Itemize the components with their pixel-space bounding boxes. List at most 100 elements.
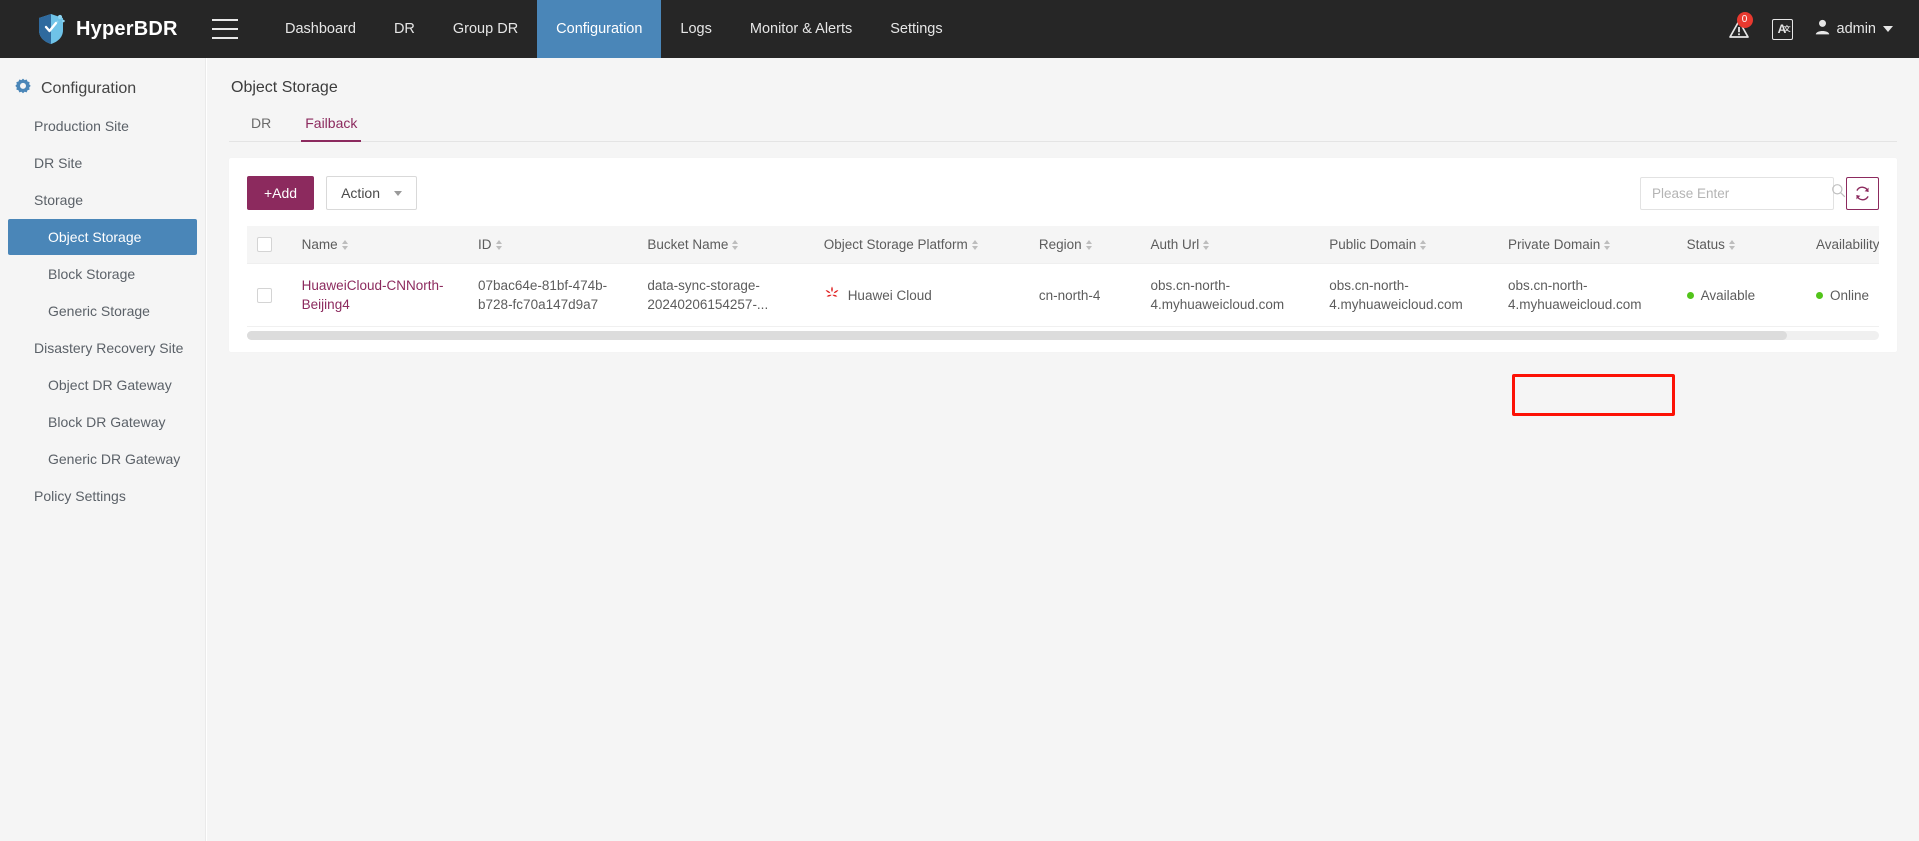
brand-logo-area[interactable]: HyperBDR (0, 0, 200, 58)
sidebar-item-block-dr-gateway[interactable]: Block DR Gateway (0, 404, 205, 440)
tab-dr[interactable]: DR (247, 110, 275, 142)
sidebar-item-dr-site[interactable]: DR Site (0, 145, 205, 181)
cell-id: 07bac64e-81bf-474b-b728-fc70a147d9a7 (468, 263, 638, 327)
user-name-label: admin (1836, 21, 1877, 37)
data-table-wrapper: Name ID Bucket Name Object Storage Platf… (247, 226, 1879, 327)
col-bucket-name-label: Bucket Name (647, 237, 729, 252)
col-status-label: Status (1686, 237, 1725, 252)
row-name-link[interactable]: HuaweiCloud-CNNorth-Beijing4 (302, 278, 444, 312)
col-object-storage-platform[interactable]: Object Storage Platform (813, 226, 1029, 264)
sort-icon[interactable] (1604, 239, 1611, 250)
table-header-row: Name ID Bucket Name Object Storage Platf… (247, 226, 1879, 264)
sidebar-item-production-site[interactable]: Production Site (0, 108, 205, 144)
col-availability-label: Availability (1815, 237, 1879, 252)
sort-icon[interactable] (341, 239, 348, 250)
row-checkbox[interactable] (257, 287, 272, 303)
cell-name: HuaweiCloud-CNNorth-Beijing4 (291, 263, 469, 327)
nav-item-dr[interactable]: DR (375, 0, 434, 58)
table-row[interactable]: HuaweiCloud-CNNorth-Beijing4 07bac64e-81… (247, 263, 1879, 327)
col-object-storage-platform-label: Object Storage Platform (823, 237, 968, 252)
search-box[interactable] (1640, 176, 1846, 210)
sort-icon[interactable] (732, 239, 739, 250)
cell-auth-url: obs.cn-north-4.myhuaweicloud.com (1140, 263, 1320, 327)
action-label: Action (341, 185, 381, 201)
col-availability[interactable]: Availability (1805, 226, 1879, 264)
cell-status: Available (1676, 263, 1806, 327)
language-translate-icon[interactable]: A文 (1771, 18, 1793, 40)
col-region-label: Region (1038, 237, 1082, 252)
nav-item-configuration[interactable]: Configuration (537, 0, 662, 58)
brand-name: HyperBDR (76, 17, 178, 40)
top-nav-items: Dashboard DR Group DR Configuration Logs… (266, 0, 962, 58)
nav-item-settings[interactable]: Settings (871, 0, 961, 58)
sidebar-item-policy-settings[interactable]: Policy Settings (0, 478, 205, 514)
sidebar-item-generic-storage[interactable]: Generic Storage (0, 293, 205, 329)
top-nav-right: 0 A文 admin (1728, 0, 1919, 58)
hamburger-menu-icon[interactable] (212, 19, 238, 39)
col-region[interactable]: Region (1028, 226, 1141, 264)
status-badge: Available (1700, 288, 1756, 303)
col-id[interactable]: ID (468, 226, 638, 264)
refresh-button[interactable] (1846, 176, 1879, 210)
cell-public-domain: obs.cn-north-4.myhuaweicloud.com (1319, 263, 1498, 327)
search-input[interactable] (1650, 184, 1831, 202)
sort-icon[interactable] (495, 239, 502, 250)
add-button[interactable]: +Add (247, 176, 315, 210)
availability-badge: Online (1829, 288, 1869, 303)
col-private-domain-label: Private Domain (1507, 237, 1601, 252)
top-navigation-bar: HyperBDR Dashboard DR Group DR Configura… (0, 0, 1919, 58)
nav-item-monitor-alerts[interactable]: Monitor & Alerts (731, 0, 871, 58)
table-horizontal-scrollbar[interactable] (247, 331, 1879, 340)
nav-item-dashboard[interactable]: Dashboard (266, 0, 375, 58)
sidebar-item-object-storage[interactable]: Object Storage (8, 219, 197, 255)
object-storage-table: Name ID Bucket Name Object Storage Platf… (247, 226, 1879, 327)
tab-failback[interactable]: Failback (301, 110, 362, 142)
table-body: HuaweiCloud-CNNorth-Beijing4 07bac64e-81… (247, 263, 1879, 327)
sidebar-item-disastery-recovery-site[interactable]: Disastery Recovery Site (0, 330, 205, 366)
col-bucket-name[interactable]: Bucket Name (637, 226, 814, 264)
chevron-down-icon (1883, 26, 1893, 32)
sort-icon[interactable] (1085, 239, 1092, 250)
shield-logo-icon (36, 13, 66, 45)
cell-availability: Online (1805, 263, 1879, 327)
action-dropdown-button[interactable]: Action (326, 176, 418, 210)
sidebar: Configuration Production Site DR Site St… (0, 58, 206, 841)
search-icon[interactable] (1831, 183, 1846, 203)
nav-item-group-dr[interactable]: Group DR (434, 0, 537, 58)
sort-icon[interactable] (971, 239, 978, 250)
content-card: +Add Action Please Enter Name ID Bucket … (229, 158, 1897, 416)
sort-icon[interactable] (1420, 239, 1427, 250)
sidebar-item-generic-dr-gateway[interactable]: Generic DR Gateway (0, 441, 205, 477)
alert-warning-icon[interactable]: 0 (1728, 12, 1753, 40)
sidebar-item-object-dr-gateway[interactable]: Object DR Gateway (0, 367, 205, 403)
page-title: Object Storage (231, 79, 338, 96)
chevron-down-icon (394, 190, 403, 196)
user-menu[interactable]: admin (1815, 19, 1893, 39)
sidebar-header-label: Configuration (41, 79, 137, 97)
platform-label: Huawei Cloud (847, 287, 932, 303)
col-private-domain[interactable]: Private Domain (1497, 226, 1677, 264)
select-all-checkbox[interactable] (257, 237, 272, 252)
status-dot-icon (1686, 292, 1694, 299)
tab-bar: DR Failback (229, 110, 1897, 142)
sort-icon[interactable] (1203, 239, 1210, 250)
main-content: Object Storage DR Failback +Add Action P… (207, 58, 1919, 841)
sidebar-header: Configuration (0, 70, 205, 107)
col-name[interactable]: Name (291, 226, 469, 264)
nav-item-logs[interactable]: Logs (661, 0, 730, 58)
status-availability-highlight (1512, 374, 1675, 416)
user-avatar-icon (1815, 19, 1830, 39)
alert-count-badge: 0 (1736, 12, 1753, 28)
table-toolbar: +Add Action (247, 176, 1879, 210)
sidebar-item-block-storage[interactable]: Block Storage (0, 256, 205, 292)
sidebar-item-storage[interactable]: Storage (0, 182, 205, 218)
availability-dot-icon (1815, 292, 1823, 299)
col-public-domain[interactable]: Public Domain (1319, 226, 1498, 264)
col-status[interactable]: Status (1676, 226, 1806, 264)
sort-icon[interactable] (1728, 239, 1735, 250)
cell-platform: Huawei Cloud (813, 263, 1029, 327)
col-auth-url[interactable]: Auth Url (1140, 226, 1320, 264)
scrollbar-thumb[interactable] (247, 331, 1787, 340)
toolbar-right (1640, 176, 1879, 210)
huawei-cloud-icon (824, 285, 840, 306)
